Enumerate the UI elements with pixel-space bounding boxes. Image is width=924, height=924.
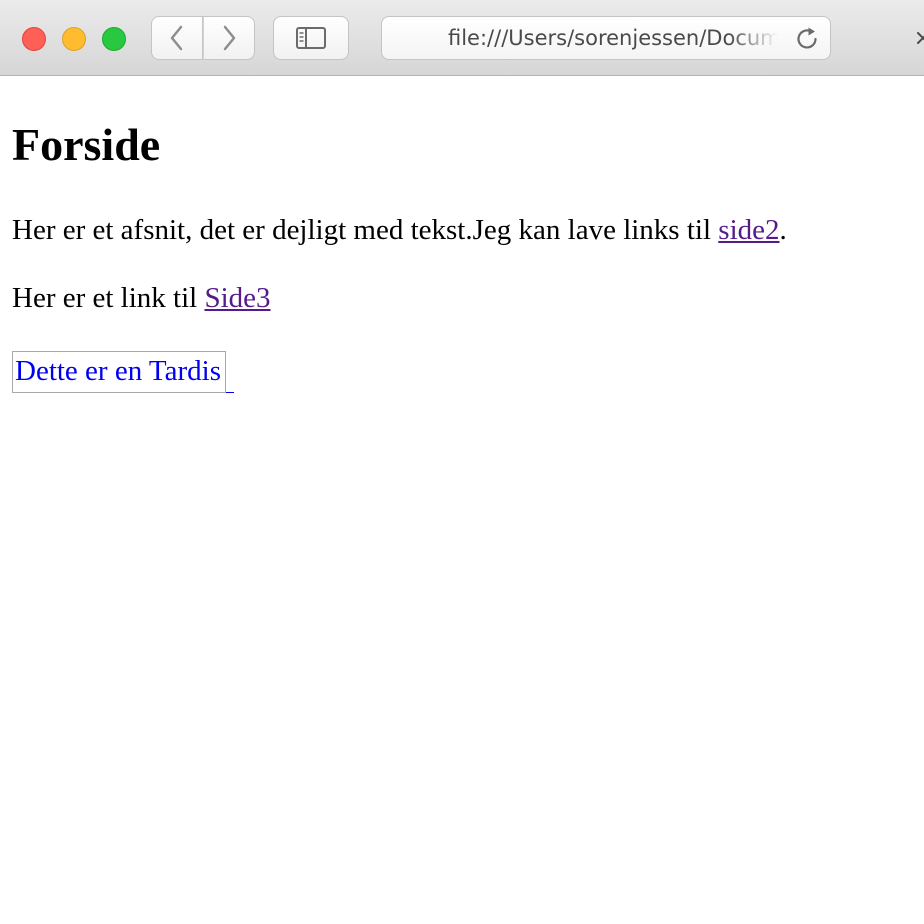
address-url[interactable]: file:///Users/sorenjessen/Documents/: [448, 26, 778, 50]
back-button[interactable]: [151, 16, 203, 60]
sidebar-icon: [296, 27, 326, 49]
forward-button[interactable]: [203, 16, 255, 60]
side2-link[interactable]: side2: [718, 214, 779, 246]
page-title: Forside: [12, 119, 161, 170]
page-content: Forside Her er et afsnit, det er dejligt…: [0, 77, 924, 924]
tardis-image-link[interactable]: Dette er en Tardis: [12, 348, 234, 393]
link-paragraph-text: Her er et link til: [12, 282, 205, 314]
tardis-image-alt[interactable]: Dette er en Tardis: [12, 351, 226, 393]
chevron-right-icon: [223, 25, 236, 51]
browser-toolbar: file:///Users/sorenjessen/Documents/: [0, 0, 924, 76]
window-close-button[interactable]: [22, 27, 46, 51]
window-zoom-button[interactable]: [102, 27, 126, 51]
intro-text: Her er et afsnit, det er dejligt med tek…: [12, 214, 719, 246]
window-minimize-button[interactable]: [62, 27, 86, 51]
sidebar-toggle-button[interactable]: [273, 16, 349, 60]
reload-icon[interactable]: [794, 26, 820, 52]
intro-paragraph: Her er et afsnit, det er dejligt med tek…: [12, 213, 787, 247]
chevron-left-icon: [170, 25, 183, 51]
address-bar[interactable]: file:///Users/sorenjessen/Documents/: [381, 16, 831, 60]
side3-link[interactable]: Side3: [204, 282, 270, 314]
intro-period: .: [779, 214, 787, 246]
close-icon[interactable]: [912, 24, 924, 52]
link-underline-tail: [226, 348, 234, 393]
link-paragraph: Her er et link til Side3: [12, 281, 271, 315]
